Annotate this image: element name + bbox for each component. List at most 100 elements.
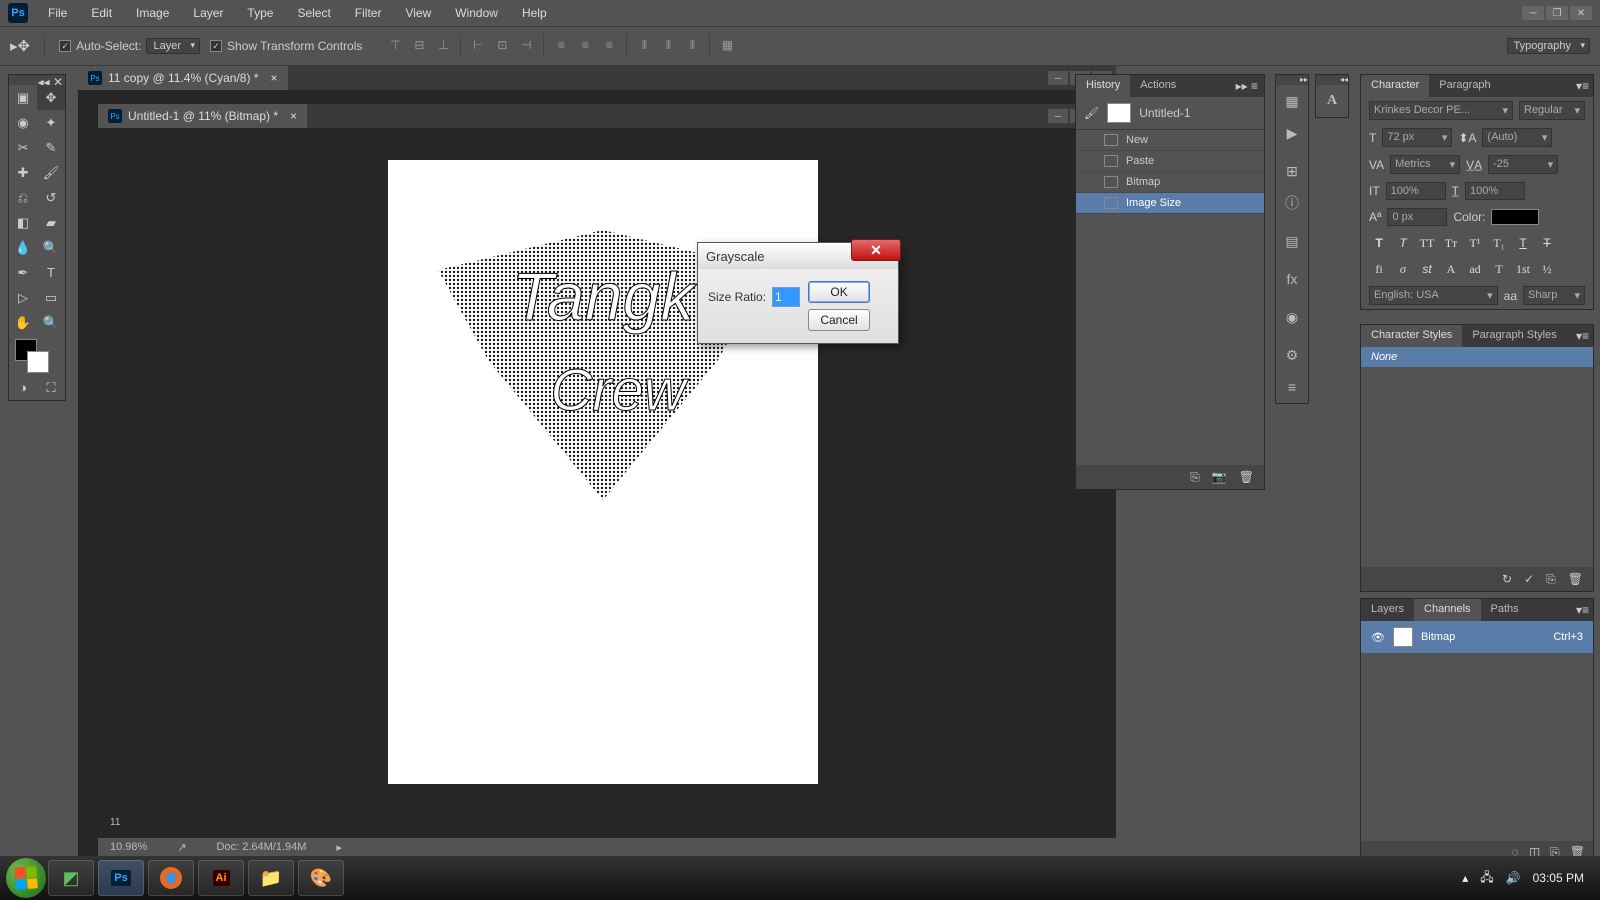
workspace-selector[interactable]: Typography <box>1507 38 1590 54</box>
taskbar-photoshop[interactable]: Ps <box>98 860 144 896</box>
brush-tool[interactable]: 🖌 <box>37 160 65 185</box>
marquee-tool[interactable]: ▣ <box>9 85 37 110</box>
ordinals-button[interactable]: T <box>1489 260 1509 278</box>
tab-paths[interactable]: Paths <box>1481 599 1529 621</box>
distribute-vcenter-icon[interactable]: ≡ <box>574 34 596 56</box>
menu-view[interactable]: View <box>395 2 441 24</box>
vscale-input[interactable]: 100% <box>1386 182 1446 200</box>
tab-character[interactable]: Character <box>1361 75 1429 97</box>
distribute-bottom-icon[interactable]: ≡ <box>598 34 620 56</box>
taskbar-firefox[interactable] <box>148 860 194 896</box>
quickmask-tool[interactable]: ◑ <box>9 375 37 400</box>
align-top-icon[interactable]: ⊤ <box>384 34 406 56</box>
align-left-icon[interactable]: ⊢ <box>467 34 489 56</box>
info-panel-icon[interactable]: ⓘ <box>1276 187 1308 219</box>
swash-button[interactable]: A <box>1441 260 1461 278</box>
pen-tool[interactable]: ✒ <box>9 260 37 285</box>
leading-select[interactable]: (Auto)▾ <box>1482 128 1552 147</box>
distribute-top-icon[interactable]: ≡ <box>550 34 572 56</box>
character-panel-icon[interactable]: A <box>1316 85 1348 117</box>
fractions-button[interactable]: 1st <box>1513 260 1533 278</box>
tab-close-icon[interactable]: × <box>270 71 277 85</box>
visibility-icon[interactable]: 👁 <box>1371 631 1385 644</box>
shape-tool[interactable]: ▭ <box>37 285 65 310</box>
grid-panel-icon[interactable]: ▤ <box>1276 225 1308 257</box>
tab-close-icon[interactable]: × <box>290 109 297 123</box>
italic-button[interactable]: T <box>1393 234 1413 252</box>
halfwidth-button[interactable]: ½ <box>1537 260 1557 278</box>
doc-tab-1[interactable]: Ps11 copy @ 11.4% (Cyan/8) *× <box>78 66 288 90</box>
snapshot-name[interactable]: Untitled-1 <box>1139 106 1190 120</box>
antialias-select[interactable]: Sharp▾ <box>1523 286 1585 305</box>
taskbar-app-1[interactable]: ◩ <box>48 860 94 896</box>
tray-arrow-icon[interactable]: ▴ <box>1462 871 1468 885</box>
size-ratio-input[interactable] <box>772 287 800 307</box>
baseline-input[interactable]: 0 px <box>1387 208 1447 226</box>
auto-select-dropdown[interactable]: Layer <box>146 38 200 54</box>
font-style-select[interactable]: Regular▾ <box>1519 101 1585 120</box>
iconbar-collapse[interactable]: ▸▸ <box>1276 75 1308 85</box>
lasso-tool[interactable]: ◉ <box>9 110 37 135</box>
tray-network-icon[interactable]: 🖧 <box>1480 868 1493 889</box>
dodge-tool[interactable]: 🔍 <box>37 235 65 260</box>
info-arrow-icon[interactable]: ▸ <box>336 841 342 854</box>
show-transform-checkbox[interactable]: ✓ <box>210 40 222 52</box>
channel-bitmap[interactable]: 👁 Bitmap Ctrl+3 <box>1361 621 1593 653</box>
new-doc-icon[interactable]: ⎘ <box>1190 470 1200 485</box>
tab-layers[interactable]: Layers <box>1361 599 1414 621</box>
ok-button[interactable]: OK <box>808 281 870 303</box>
underline-button[interactable]: T <box>1513 234 1533 252</box>
inner-doc-minimize[interactable]: ─ <box>1048 109 1068 123</box>
taskbar-explorer[interactable]: 📁 <box>248 860 294 896</box>
brushes-panel-icon[interactable]: ▦ <box>1276 85 1308 117</box>
new-style-icon[interactable]: ⎘ <box>1546 572 1556 587</box>
blur-tool[interactable]: 💧 <box>9 235 37 260</box>
text-color-swatch[interactable] <box>1491 209 1539 225</box>
snapshot-icon[interactable]: 📷 <box>1212 470 1227 484</box>
taskbar-illustrator[interactable]: Ai <box>198 860 244 896</box>
override-icon[interactable]: ✓ <box>1524 572 1534 586</box>
menu-select[interactable]: Select <box>287 2 340 24</box>
menu-window[interactable]: Window <box>445 2 508 24</box>
align-right-icon[interactable]: ⊣ <box>515 34 537 56</box>
layers-menu-icon[interactable]: ▾≡ <box>1572 599 1593 621</box>
eyedropper-tool[interactable]: ✎ <box>37 135 65 160</box>
menu-filter[interactable]: Filter <box>345 2 392 24</box>
font-family-select[interactable]: Krinkes Decor PE...▾ <box>1369 101 1513 120</box>
align-bottom-icon[interactable]: ⊥ <box>432 34 454 56</box>
path-selection-tool[interactable]: ▷ <box>9 285 37 310</box>
tab-channels[interactable]: Channels <box>1414 599 1480 621</box>
swatches-panel-icon[interactable]: ⊞ <box>1276 155 1308 187</box>
clone-stamp-tool[interactable]: ⎌ <box>9 185 37 210</box>
tray-volume-icon[interactable]: 🔊 <box>1506 871 1521 885</box>
delete-icon[interactable]: 🗑 <box>1239 470 1254 484</box>
doc-minimize[interactable]: ─ <box>1048 71 1068 85</box>
history-brush-tool[interactable]: ↺ <box>37 185 65 210</box>
properties-panel-icon[interactable]: ≡ <box>1276 371 1308 403</box>
dialog-close-button[interactable]: ✕ <box>851 239 901 261</box>
start-button[interactable] <box>6 858 46 898</box>
distribute-hcenter-icon[interactable]: ⫴ <box>657 34 679 56</box>
superscript-button[interactable]: T¹ <box>1465 234 1485 252</box>
align-vcenter-icon[interactable]: ⊟ <box>408 34 430 56</box>
window-restore[interactable]: ❐ <box>1546 6 1568 20</box>
smallcaps-button[interactable]: Tᴛ <box>1441 234 1461 252</box>
tracking-select[interactable]: -25▾ <box>1488 155 1558 174</box>
subscript-button[interactable]: T₁ <box>1489 234 1509 252</box>
window-minimize[interactable]: ─ <box>1522 6 1544 20</box>
history-item-bitmap[interactable]: Bitmap <box>1076 172 1264 193</box>
tab-history[interactable]: History <box>1076 75 1130 97</box>
auto-select-checkbox[interactable]: ✓ <box>59 40 71 52</box>
menu-help[interactable]: Help <box>512 2 557 24</box>
zoom-tool[interactable]: 🔍 <box>37 310 65 335</box>
bold-button[interactable]: T <box>1369 234 1389 252</box>
color-swatches[interactable] <box>9 335 65 375</box>
tab-parastyles[interactable]: Paragraph Styles <box>1462 325 1566 347</box>
menu-file[interactable]: File <box>38 2 77 24</box>
align-hcenter-icon[interactable]: ⊡ <box>491 34 513 56</box>
crop-tool[interactable]: ✂ <box>9 135 37 160</box>
tray-clock[interactable]: 03:05 PM <box>1533 871 1584 885</box>
stylistic-button[interactable]: st <box>1417 260 1437 278</box>
toolbox-collapse[interactable]: ◂◂ ✕ <box>9 75 65 85</box>
hscale-input[interactable]: 100% <box>1465 182 1525 200</box>
